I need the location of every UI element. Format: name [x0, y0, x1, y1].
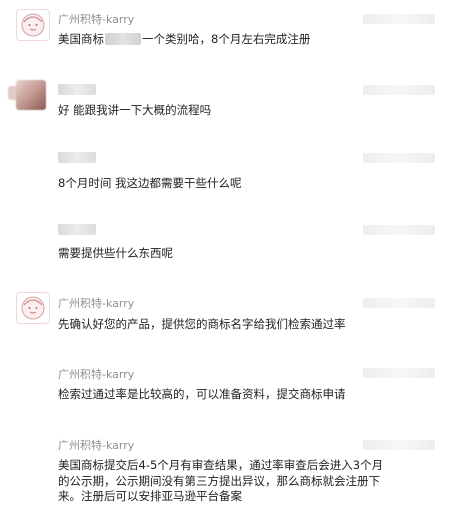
message-text: 美国商标提交后4-5个月有审查结果，通过率审查后会进入3个月 的公示期，公示期间…	[58, 458, 403, 505]
timestamp-redacted	[363, 153, 435, 163]
sender-name: 广州积特-karry	[58, 13, 135, 26]
message-text: 8个月时间 我这边都需要干些什么呢	[58, 176, 242, 190]
sender-name-redacted	[58, 152, 96, 163]
message-text: 检索过通过率是比较高的，可以准备资料，提交商标申请	[58, 387, 346, 401]
redacted-text	[105, 33, 141, 45]
timestamp-redacted	[363, 440, 435, 450]
sender-name-redacted	[58, 84, 96, 95]
message-text: 好 能跟我讲一下大概的流程吗	[58, 103, 212, 117]
message-line: 的公示期，公示期间没有第三方提出异议，那么商标就会注册下	[58, 473, 380, 488]
timestamp-redacted	[363, 14, 435, 24]
sender-name: 广州积特-karry	[58, 297, 135, 310]
message-line: 来。注册后可以安排亚马逊平台备案	[58, 489, 242, 503]
sender-name: 广州积特-karry	[58, 439, 135, 452]
message-text: 美国商标 一个类别哈，8个月左右完成注册	[58, 32, 403, 48]
message-text-part: 美国商标	[58, 32, 104, 46]
avatar[interactable]	[16, 9, 50, 41]
message-line: 美国商标提交后4-5个月有审查结果，通过率审查后会进入3个月	[58, 458, 384, 472]
sender-name-redacted	[58, 224, 96, 235]
avatar[interactable]	[16, 292, 50, 324]
timestamp-redacted	[363, 298, 435, 308]
timestamp-redacted	[363, 368, 435, 378]
message-text: 需要提供些什么东西呢	[58, 246, 173, 260]
timestamp-redacted	[363, 225, 435, 235]
message-text-part: 一个类别哈，8个月左右完成注册	[142, 32, 311, 46]
timestamp-redacted	[363, 85, 435, 95]
avatar[interactable]	[8, 80, 46, 110]
message-text: 先确认好您的产品，提供您的商标名字给我们检索通过率	[58, 317, 346, 331]
sender-name: 广州积特-karry	[58, 368, 135, 381]
